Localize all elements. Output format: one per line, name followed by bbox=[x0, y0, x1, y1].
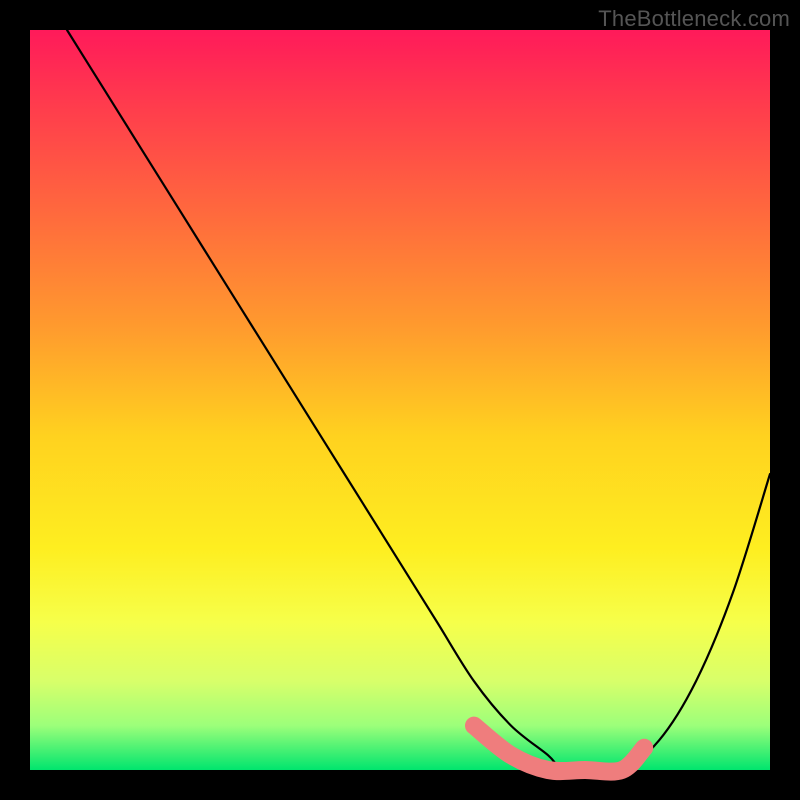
bottleneck-curve bbox=[67, 30, 770, 772]
chart-svg bbox=[30, 30, 770, 770]
chart-frame bbox=[30, 30, 770, 770]
curve-path bbox=[67, 30, 770, 772]
watermark-text: TheBottleneck.com bbox=[598, 6, 790, 32]
marker-path bbox=[474, 726, 644, 772]
optimal-range-marker bbox=[474, 726, 644, 772]
